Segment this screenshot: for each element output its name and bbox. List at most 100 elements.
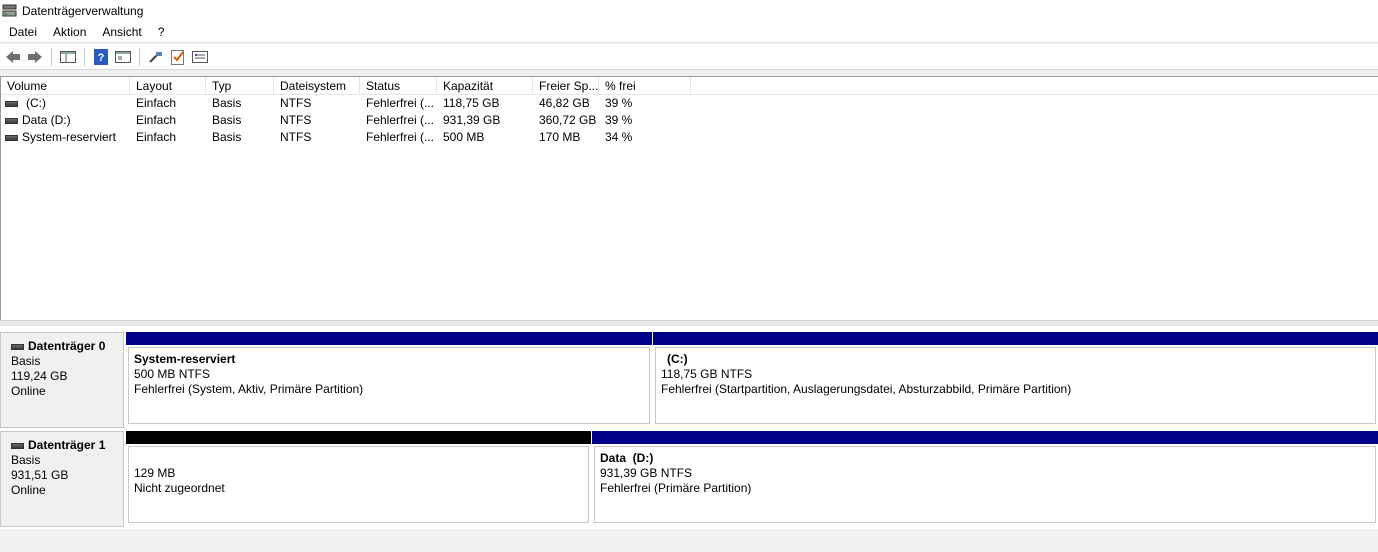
partition-c[interactable]: (C:) 118,75 GB NTFS Fehlerfrei (Startpar…	[653, 332, 1378, 424]
volume-cell: Data (D:)	[1, 112, 130, 129]
partition-name	[134, 451, 588, 466]
menu-datei[interactable]: Datei	[0, 22, 45, 43]
partition-data-d[interactable]: Data (D:) 931,39 GB NTFS Fehlerfrei (Pri…	[592, 431, 1378, 523]
forward-icon[interactable]	[25, 47, 45, 67]
drive-icon	[5, 100, 18, 107]
column-header-dateisystem[interactable]: Dateisystem	[274, 77, 360, 95]
disk-name: Datenträger 1	[28, 438, 106, 452]
capacity-cell: 500 MB	[443, 130, 485, 144]
layout-cell: Einfach	[136, 130, 177, 144]
list-header: Volume Layout Typ Dateisystem Status Kap…	[1, 77, 1378, 95]
properties-icon[interactable]	[113, 47, 133, 67]
column-header-volume[interactable]: Volume	[1, 77, 130, 95]
filesystem-cell: NTFS	[280, 113, 312, 127]
partition-status: Fehlerfrei (Primäre Partition)	[600, 481, 752, 495]
volume-cell: (C:)	[1, 95, 130, 112]
column-header-freier-speicher[interactable]: Freier Sp...	[533, 77, 599, 95]
type-cell: Basis	[212, 96, 242, 110]
disk-size: 119,24 GB	[11, 369, 68, 383]
table-row[interactable]: System-reserviert Einfach Basis NTFS Feh…	[1, 129, 1378, 146]
menu-ansicht[interactable]: Ansicht	[94, 22, 149, 43]
partition-name: (C:)	[667, 352, 688, 366]
free-space-cell: 46,82 GB	[539, 96, 590, 110]
drive-icon	[11, 442, 24, 449]
settings-icon[interactable]	[190, 47, 210, 67]
partition-size: 500 MB NTFS	[134, 367, 211, 381]
layout-cell: Einfach	[136, 96, 177, 110]
svg-text:?: ?	[98, 52, 105, 64]
column-header-status[interactable]: Status	[360, 77, 437, 95]
disk-type: Basis	[11, 354, 41, 368]
layout-cell: Einfach	[136, 113, 177, 127]
free-space-cell: 360,72 GB	[539, 113, 597, 127]
connect-icon[interactable]	[146, 47, 166, 67]
partition-size: 931,39 GB NTFS	[600, 466, 693, 480]
toolbar: ?	[0, 44, 1378, 70]
free-space-cell: 170 MB	[539, 130, 581, 144]
capacity-cell: 931,39 GB	[443, 113, 501, 127]
partition-status: Nicht zugeordnet	[134, 481, 225, 495]
partition-size: 129 MB	[134, 466, 176, 480]
partition-name: Data (D:)	[600, 451, 654, 465]
partition-bar	[592, 431, 1378, 444]
column-header-kapazitaet[interactable]: Kapazität	[437, 77, 533, 95]
drive-icon	[11, 343, 24, 350]
title-bar: Datenträgerverwaltung	[0, 0, 1378, 22]
partition-bar	[126, 431, 591, 444]
disk-label[interactable]: Datenträger 1 Basis 931,51 GB Online	[0, 431, 124, 527]
partition-system-reserved[interactable]: System-reserviert 500 MB NTFS Fehlerfrei…	[126, 332, 652, 424]
console-tree-icon[interactable]	[58, 47, 78, 67]
disk-size: 931,51 GB	[11, 468, 69, 482]
disk-label[interactable]: Datenträger 0 Basis 119,24 GB Online	[0, 332, 124, 428]
disk-row: Datenträger 0 Basis 119,24 GB Online Sys…	[0, 332, 1378, 428]
disk-state: Online	[11, 384, 46, 398]
percent-free-cell: 39 %	[605, 96, 633, 110]
partition-body: Data (D:) 931,39 GB NTFS Fehlerfrei (Pri…	[594, 446, 1376, 523]
menu-help[interactable]: ?	[150, 22, 173, 43]
toolbar-separator	[139, 47, 140, 66]
partition-bar	[653, 332, 1378, 345]
toolbar-separator	[84, 47, 85, 66]
volume-list[interactable]: Volume Layout Typ Dateisystem Status Kap…	[0, 76, 1378, 320]
status-cell: Fehlerfrei (...	[366, 96, 435, 110]
partition-body: System-reserviert 500 MB NTFS Fehlerfrei…	[128, 347, 650, 424]
table-row[interactable]: (C:) Einfach Basis NTFS Fehlerfrei (... …	[1, 95, 1378, 112]
partition-body: 129 MB Nicht zugeordnet	[128, 446, 589, 523]
drive-icon	[5, 134, 18, 141]
help-icon[interactable]: ?	[91, 47, 111, 67]
disk-name-line: Datenträger 0	[11, 339, 123, 354]
volume-name: Data (D:)	[22, 113, 71, 127]
partition-status: Fehlerfrei (Startpartition, Auslagerungs…	[661, 382, 1072, 396]
disk-name: Datenträger 0	[28, 339, 106, 353]
filesystem-cell: NTFS	[280, 96, 312, 110]
status-cell: Fehlerfrei (...	[366, 113, 435, 127]
partition-unallocated[interactable]: 129 MB Nicht zugeordnet	[126, 431, 591, 523]
column-header-layout[interactable]: Layout	[130, 77, 206, 95]
type-cell: Basis	[212, 130, 242, 144]
column-header-typ[interactable]: Typ	[206, 77, 274, 95]
percent-free-cell: 34 %	[605, 130, 633, 144]
volume-cell: System-reserviert	[1, 129, 130, 146]
status-cell: Fehlerfrei (...	[366, 130, 435, 144]
partition-name: System-reserviert	[134, 352, 236, 366]
volume-name: (C:)	[26, 96, 46, 110]
disk-management-app-icon	[2, 4, 18, 18]
disk-row: Datenträger 1 Basis 931,51 GB Online 129…	[0, 431, 1378, 527]
window-title: Datenträgerverwaltung	[22, 4, 144, 18]
back-icon[interactable]	[3, 47, 23, 67]
filesystem-cell: NTFS	[280, 130, 312, 144]
toolbar-separator	[51, 47, 52, 66]
capacity-cell: 118,75 GB	[443, 96, 500, 110]
table-row[interactable]: Data (D:) Einfach Basis NTFS Fehlerfrei …	[1, 112, 1378, 129]
disk-type: Basis	[11, 453, 41, 467]
disk-name-line: Datenträger 1	[11, 438, 123, 453]
status-area	[0, 529, 1378, 552]
menu-aktion[interactable]: Aktion	[45, 22, 94, 43]
type-cell: Basis	[212, 113, 242, 127]
check-icon[interactable]	[168, 47, 188, 67]
volume-name: System-reserviert	[22, 130, 117, 144]
disk-graphical-view: Datenträger 0 Basis 119,24 GB Online Sys…	[0, 326, 1378, 552]
percent-free-cell: 39 %	[605, 113, 633, 127]
column-header-prozent-frei[interactable]: % frei	[599, 77, 691, 95]
menu-bar: Datei Aktion Ansicht ?	[0, 22, 1378, 43]
